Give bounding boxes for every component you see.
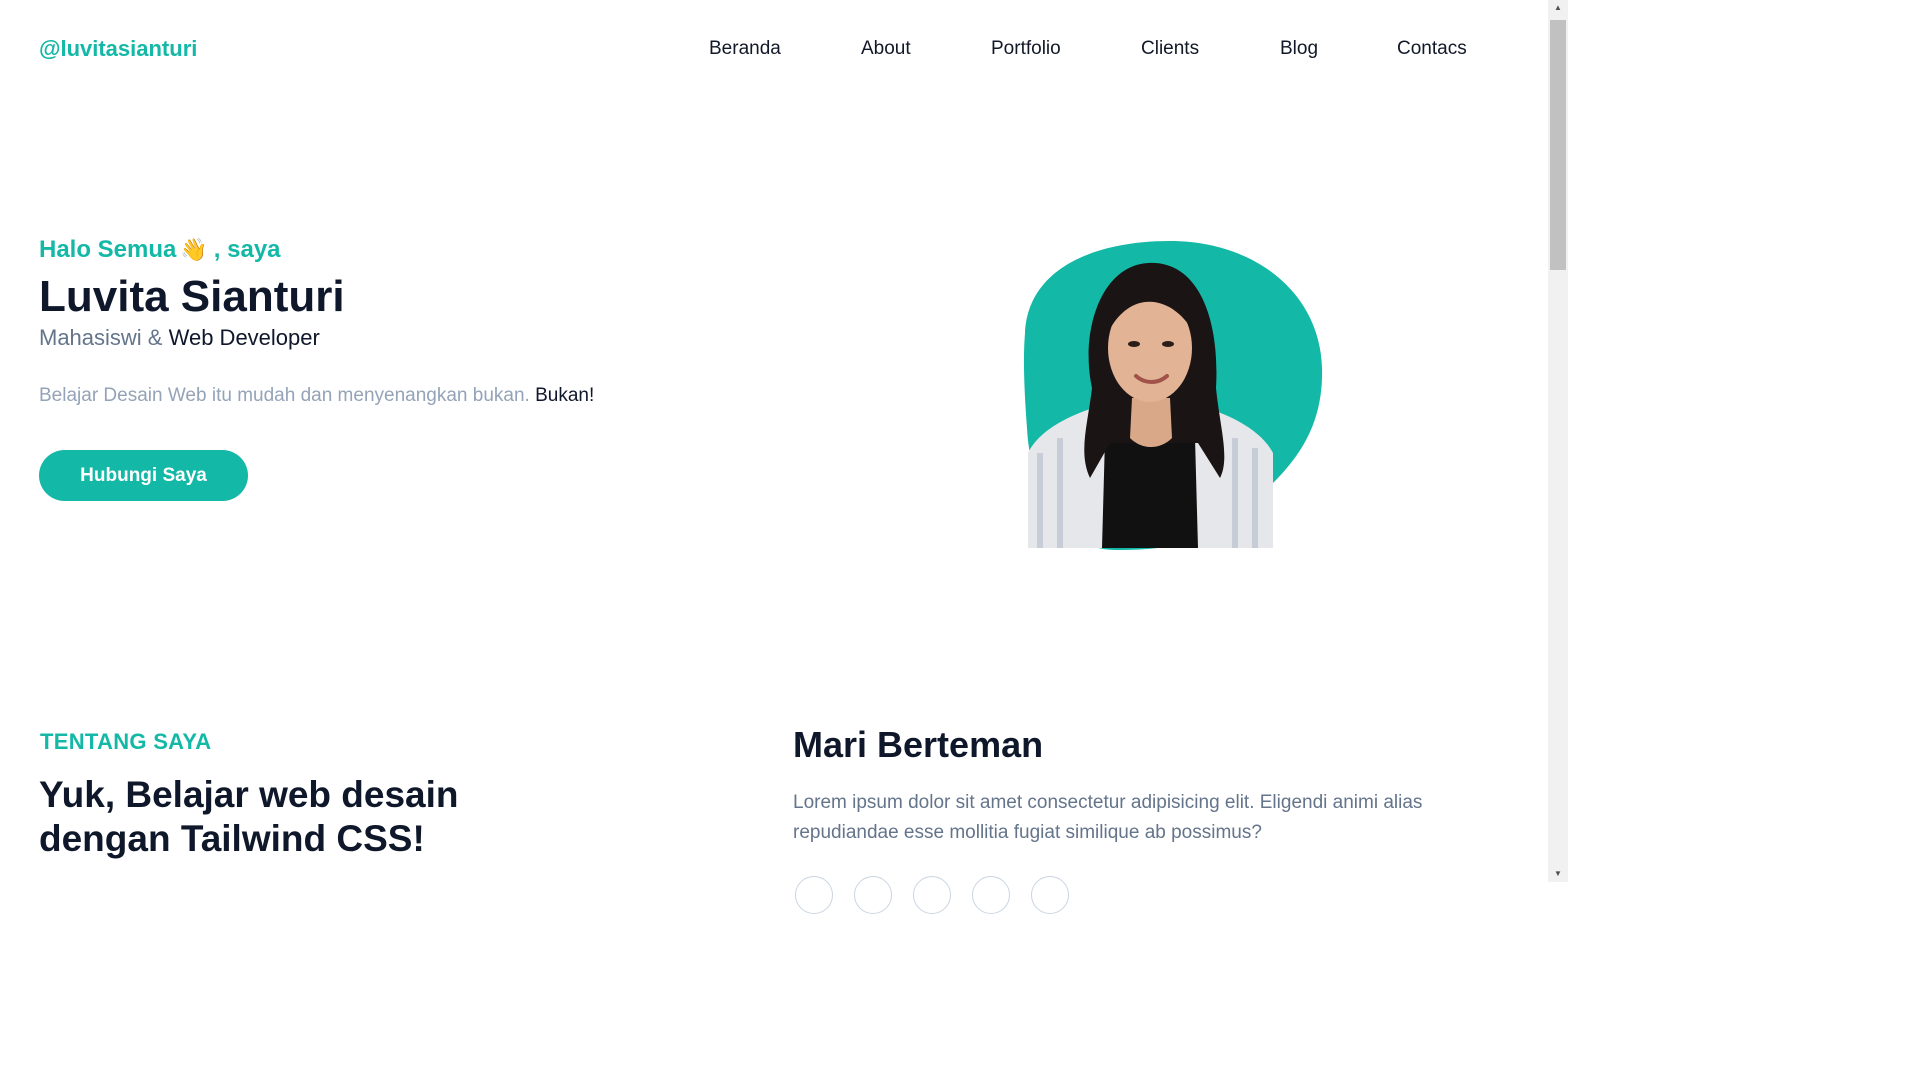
greeting-text: Halo Semua bbox=[39, 236, 177, 263]
nav-blog[interactable]: Blog bbox=[1280, 38, 1318, 60]
social-link[interactable] bbox=[795, 876, 833, 914]
description-text: Belajar Desain Web itu mudah dan menyena… bbox=[39, 385, 530, 406]
hero-role: Mahasiswi & Web Developer bbox=[39, 325, 320, 351]
social-link[interactable] bbox=[913, 876, 951, 914]
friends-description: Lorem ipsum dolor sit amet consectetur a… bbox=[793, 792, 1423, 843]
social-link[interactable] bbox=[854, 876, 892, 914]
nav-beranda[interactable]: Beranda bbox=[709, 38, 781, 60]
contact-me-button[interactable]: Hubungi Saya bbox=[39, 450, 248, 501]
profile-illustration bbox=[1023, 241, 1323, 550]
about-title: Yuk, Belajar web desain dengan Tailwind … bbox=[39, 774, 459, 859]
greeting-suffix: , saya bbox=[213, 236, 281, 263]
hero-greeting: Halo Semua 👋, saya bbox=[39, 236, 281, 264]
neck bbox=[1130, 398, 1172, 447]
nav-contacs[interactable]: Contacs bbox=[1397, 38, 1467, 60]
black-top bbox=[1102, 438, 1198, 548]
about-eyebrow: TENTANG SAYA bbox=[40, 729, 212, 754]
waving-hand-icon: 👋 bbox=[180, 237, 208, 262]
page-scrollbar[interactable]: ▲ ▼ bbox=[1548, 0, 1568, 882]
friends-title: Mari Berteman bbox=[793, 724, 1044, 765]
social-links bbox=[795, 876, 1095, 914]
nav-portfolio[interactable]: Portfolio bbox=[991, 38, 1061, 60]
nav-clients[interactable]: Clients bbox=[1141, 38, 1199, 60]
hero-name: Luvita Sianturi bbox=[39, 272, 345, 321]
scroll-down-arrow-icon[interactable]: ▼ bbox=[1548, 866, 1568, 882]
social-link[interactable] bbox=[972, 876, 1010, 914]
scroll-up-arrow-icon[interactable]: ▲ bbox=[1548, 0, 1568, 16]
social-link[interactable] bbox=[1031, 876, 1069, 914]
hero-description: Belajar Desain Web itu mudah dan menyena… bbox=[39, 385, 594, 407]
nav-about[interactable]: About bbox=[861, 38, 911, 60]
scrollbar-thumb[interactable] bbox=[1550, 20, 1566, 270]
main-nav: Beranda About Portfolio Clients Blog Con… bbox=[0, 38, 1548, 62]
description-emphasis: Bukan! bbox=[535, 385, 595, 406]
role-part-1: Mahasiswi & bbox=[39, 325, 163, 350]
profile-photo bbox=[1020, 238, 1330, 553]
role-part-2: Web Developer bbox=[168, 325, 320, 350]
